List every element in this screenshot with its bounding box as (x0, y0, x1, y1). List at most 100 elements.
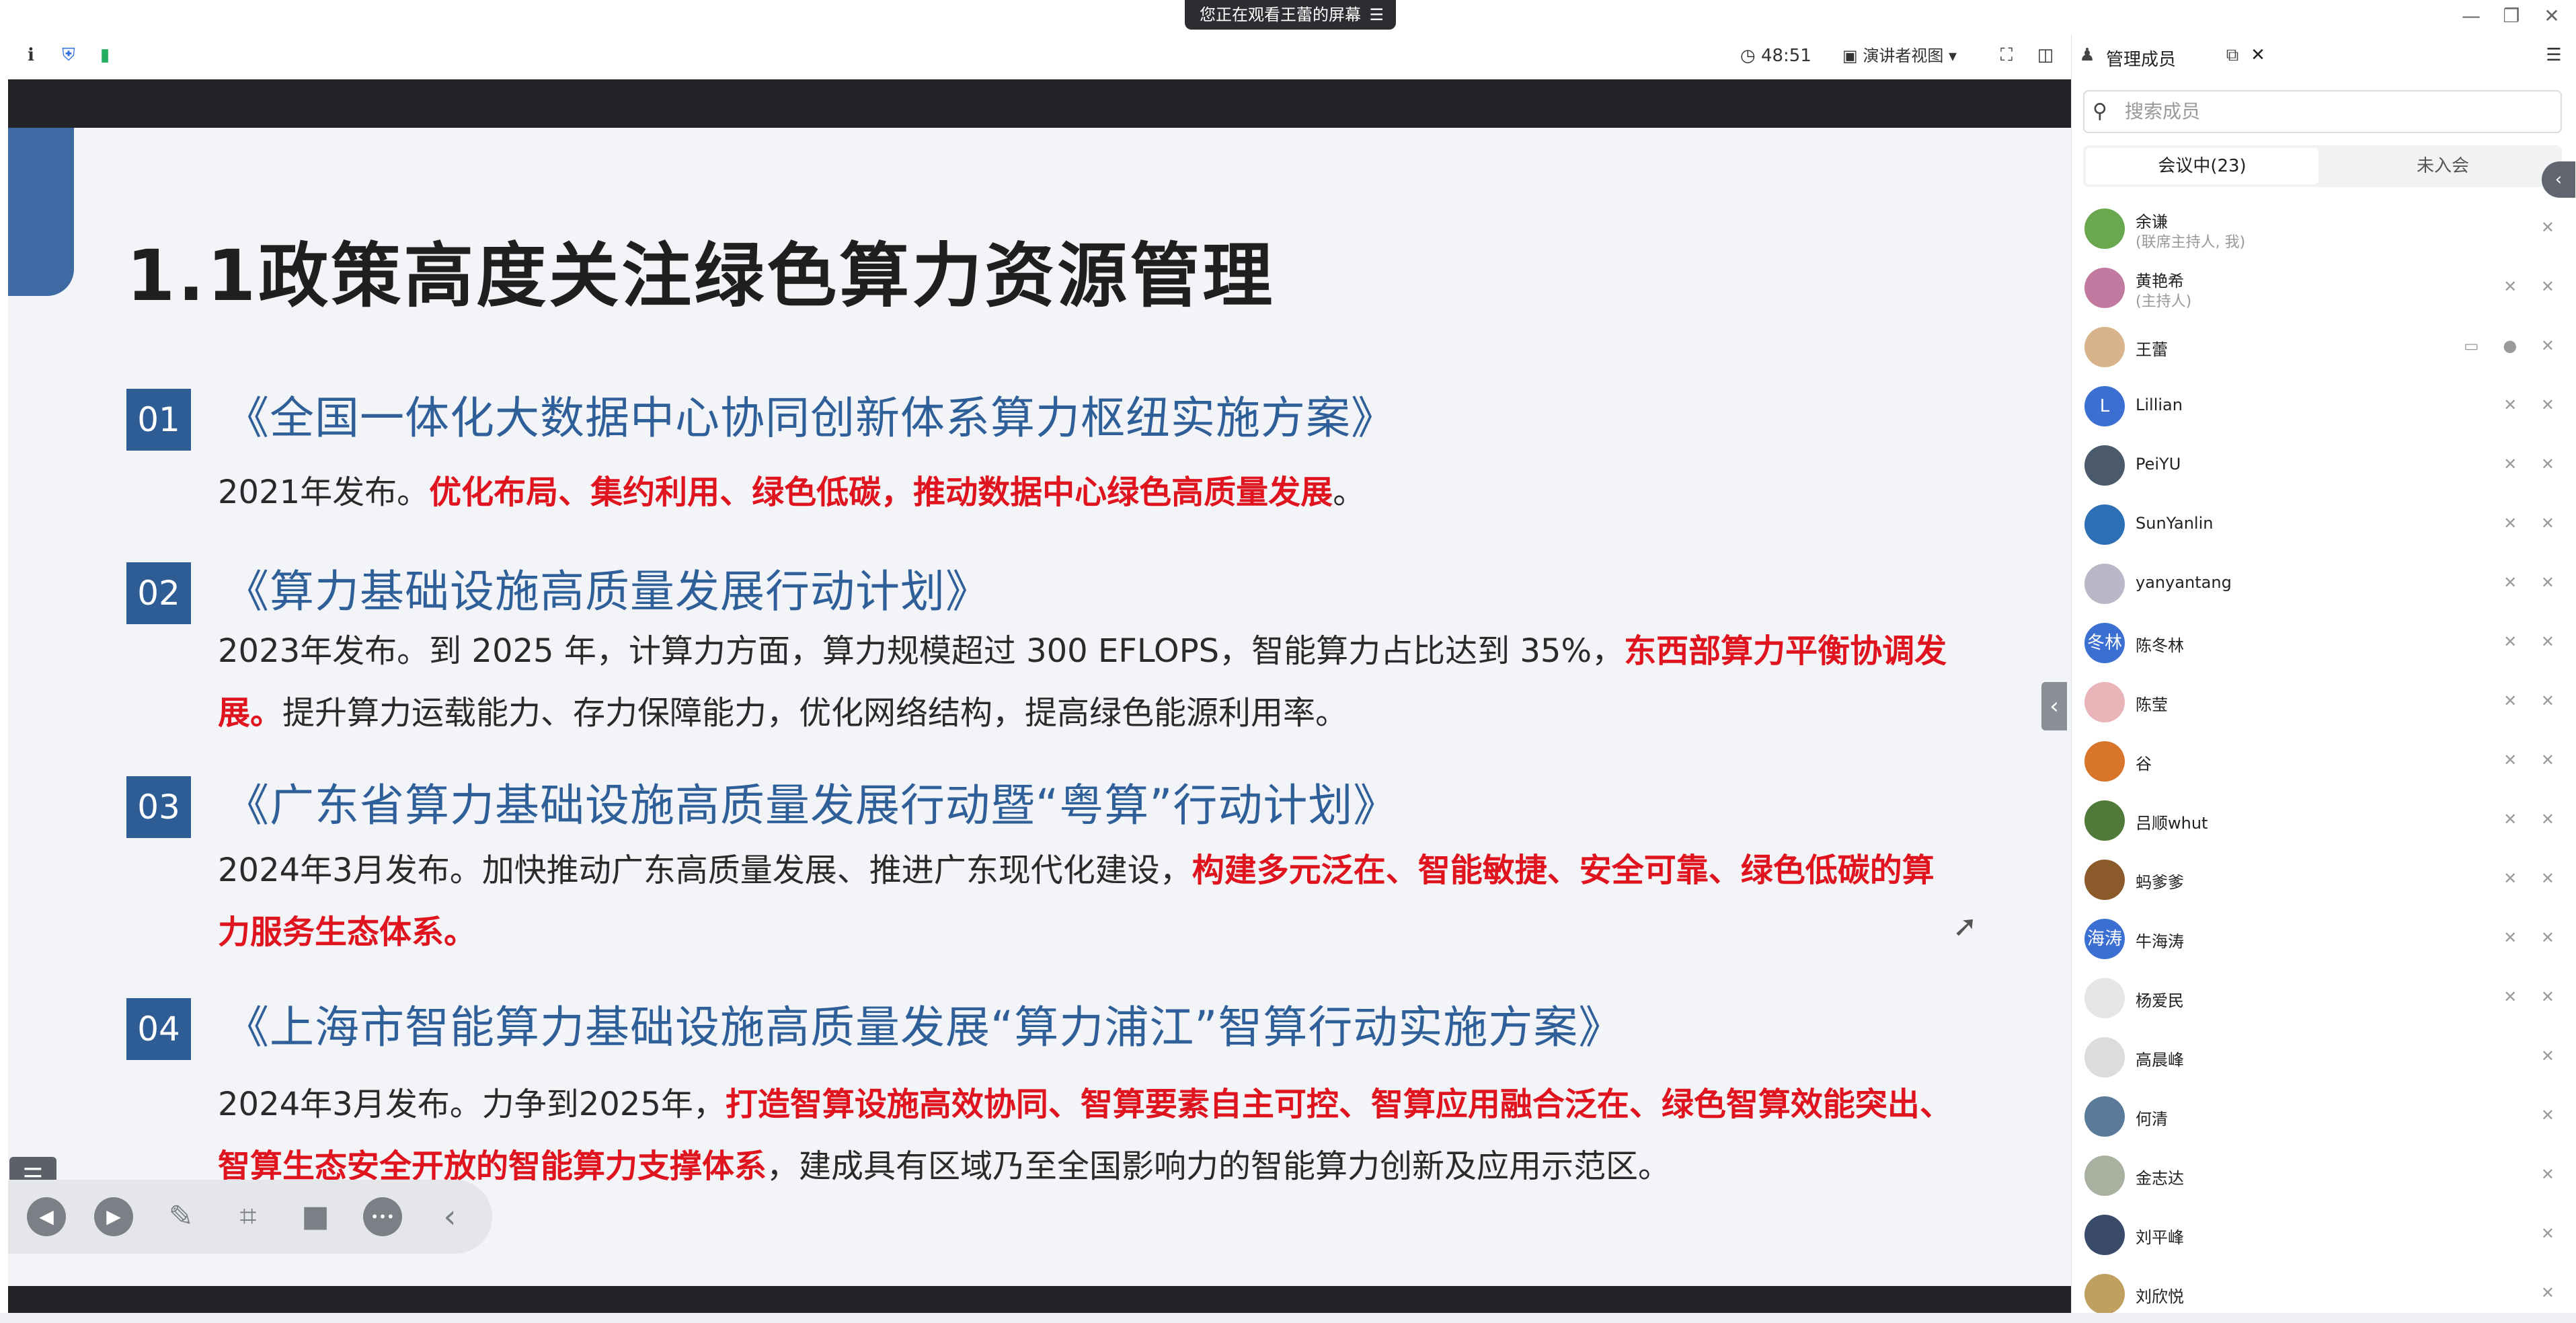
member-name: yanyantang (2136, 573, 2232, 592)
member-name: 黄艳希 (2136, 272, 2184, 291)
member-row[interactable]: 冬林 陈冬林 ✕ ✕ (2071, 613, 2576, 673)
member-name: 吕顺whut (2136, 814, 2208, 833)
member-row[interactable]: 海涛 牛海涛 ✕ ✕ (2071, 909, 2576, 969)
more-options-button[interactable]: ••• (363, 1197, 402, 1236)
member-name: PeiYU (2136, 455, 2181, 474)
item-body-text: 2023年发布。到 2025 年，计算力方面，算力规模超过 300 EFLOPS… (218, 632, 1625, 670)
restore-button[interactable]: ❐ (2495, 3, 2528, 30)
avatar (2084, 741, 2125, 782)
member-row[interactable]: 金志达 ✕ (2071, 1146, 2576, 1205)
item-number-01: 01 (126, 389, 191, 451)
search-members-input[interactable]: 搜索成员 (2083, 90, 2562, 133)
mic-camera-status-icon[interactable]: ✕ (2541, 1165, 2564, 1184)
member-row[interactable]: 何清 ✕ (2071, 1087, 2576, 1146)
play-button[interactable]: ▶ (94, 1197, 133, 1236)
screen-share-notice[interactable]: 您正在观看王蕾的屏幕 ☰ (1185, 0, 1396, 30)
mic-camera-status-icon[interactable]: ✕ (2541, 218, 2564, 237)
member-row[interactable]: 杨爱民 ✕ ✕ (2071, 969, 2576, 1028)
member-name: 杨爱民 (2136, 991, 2184, 1010)
mic-camera-status-icon[interactable]: ✕ ✕ (2503, 573, 2564, 592)
member-row[interactable]: 蚂爹爹 ✕ ✕ (2071, 850, 2576, 909)
info-icon[interactable]: ℹ (20, 44, 42, 66)
fullscreen-icon[interactable]: ⛶ (1996, 44, 2017, 66)
item-body-text: 。 (1333, 474, 1366, 511)
item-title-01: 《全国一体化大数据中心协同创新体系算力枢纽实施方案》 (225, 392, 1396, 444)
member-row[interactable]: L Lillian ✕ ✕ (2071, 377, 2576, 436)
member-row[interactable]: 王蕾 ▭ ● ✕ (2071, 317, 2576, 377)
member-name: 谷 (2136, 755, 2152, 773)
member-name: 王蕾 (2136, 340, 2168, 359)
close-window-button[interactable]: ✕ (2535, 3, 2569, 30)
mic-camera-status-icon[interactable]: ✕ ✕ (2503, 928, 2564, 947)
mic-camera-status-icon[interactable]: ✕ ✕ (2503, 632, 2564, 651)
item-title-02: 《算力基础设施高质量发展行动计划》 (225, 566, 990, 617)
mic-camera-status-icon[interactable]: ✕ ✕ (2503, 987, 2564, 1006)
search-icon: ⚲ (2093, 100, 2107, 123)
mic-camera-status-icon[interactable]: ✕ (2541, 1283, 2564, 1302)
mic-camera-status-icon[interactable]: ▭ ● ✕ (2464, 336, 2564, 355)
close-panel-icon[interactable]: ✕ (2247, 44, 2269, 66)
avatar (2084, 1215, 2125, 1255)
signal-icon[interactable]: ▮ (94, 44, 116, 66)
mic-camera-status-icon[interactable]: ✕ (2541, 1047, 2564, 1065)
avatar (2084, 1096, 2125, 1137)
layout-icon[interactable]: ◫ (2035, 44, 2056, 66)
mic-camera-status-icon[interactable]: ✕ ✕ (2503, 751, 2564, 769)
item-body-03: 2024年3月发布。加快推动广东高质量发展、推进广东现代化建设，构建多元泛在、智… (218, 839, 1966, 963)
member-row[interactable]: 谷 ✕ ✕ (2071, 732, 2576, 791)
item-number-03: 03 (126, 776, 191, 838)
panel-toggle-button[interactable]: ‹ (2542, 161, 2575, 198)
member-row[interactable]: 高晨峰 ✕ (2071, 1028, 2576, 1087)
screenshot-icon[interactable]: ⌗ (229, 1197, 268, 1236)
item-number-04: 04 (126, 998, 191, 1060)
item-body-text: 提升算力运载能力、存力保障能力，优化网络结构，提高绿色能源利用率。 (282, 694, 1348, 732)
shield-icon[interactable]: ⛨ (58, 44, 79, 66)
camera-icon[interactable]: ■ (296, 1197, 335, 1236)
member-row[interactable]: SunYanlin ✕ ✕ (2071, 495, 2576, 554)
previous-slide-button[interactable]: ◀ (27, 1197, 66, 1236)
member-row[interactable]: 余谦 (联席主持人, 我) ✕ (2071, 199, 2576, 258)
tab-in-meeting[interactable]: 会议中(23) (2086, 148, 2318, 184)
mic-camera-status-icon[interactable]: ✕ ✕ (2503, 514, 2564, 533)
pen-icon[interactable]: ✎ (161, 1197, 200, 1236)
share-menu-icon[interactable]: ☰ (1369, 0, 1384, 30)
member-row[interactable]: yanyantang ✕ ✕ (2071, 554, 2576, 613)
mic-camera-status-icon[interactable]: ✕ ✕ (2503, 395, 2564, 414)
side-collapse-button[interactable]: ‹ (2041, 682, 2067, 730)
member-row[interactable]: 陈莹 ✕ ✕ (2071, 673, 2576, 732)
avatar (2084, 860, 2125, 900)
mic-camera-status-icon[interactable]: ✕ ✕ (2503, 691, 2564, 710)
minimize-button[interactable]: — (2454, 3, 2488, 30)
title-bar: 您正在观看王蕾的屏幕 ☰ — ❐ ✕ (0, 0, 2576, 35)
mic-camera-status-icon[interactable]: ✕ ✕ (2503, 277, 2564, 296)
member-row[interactable]: 黄艳希 (主持人) ✕ ✕ (2071, 258, 2576, 317)
collapse-controls-icon[interactable]: ‹ (430, 1197, 469, 1236)
slide-corner-decoration (8, 128, 74, 296)
member-row[interactable]: 刘平峰 ✕ (2071, 1205, 2576, 1264)
member-name: 金志达 (2136, 1169, 2184, 1188)
avatar (2084, 268, 2125, 308)
member-name: Lillian (2136, 395, 2183, 414)
item-title-04: 《上海市智能算力基础设施高质量发展“算力浦江”智算行动实施方案》 (225, 1001, 1624, 1053)
member-row[interactable]: PeiYU ✕ ✕ (2071, 436, 2576, 495)
avatar (2084, 209, 2125, 249)
member-name: 何清 (2136, 1110, 2168, 1129)
view-mode-dropdown[interactable]: ▣ 演讲者视图 ▾ (1842, 44, 1957, 67)
panel-menu-icon[interactable]: ☰ (2543, 44, 2565, 66)
member-row[interactable]: 吕顺whut ✕ ✕ (2071, 791, 2576, 850)
meeting-app-window: 您正在观看王蕾的屏幕 ☰ — ❐ ✕ ℹ ⛨ ▮ ◷ 48:51 ▣ 演讲者视图… (0, 0, 2576, 1323)
tab-not-joined[interactable]: 未入会 (2327, 148, 2559, 184)
member-name: 陈冬林 (2136, 636, 2184, 655)
mouse-cursor: ➚ (1953, 909, 1978, 944)
mic-camera-status-icon[interactable]: ✕ (2541, 1224, 2564, 1243)
popout-icon[interactable]: ⧉ (2222, 44, 2243, 66)
mic-camera-status-icon[interactable]: ✕ ✕ (2503, 869, 2564, 888)
mic-camera-status-icon[interactable]: ✕ ✕ (2503, 455, 2564, 474)
item-body-text: 2024年3月发布。加快推动广东高质量发展、推进广东现代化建设， (218, 852, 1192, 889)
avatar (2084, 327, 2125, 367)
slide-top-border (8, 79, 2071, 128)
mic-camera-status-icon[interactable]: ✕ (2541, 1106, 2564, 1125)
item-number-02: 02 (126, 562, 191, 624)
mic-camera-status-icon[interactable]: ✕ ✕ (2503, 810, 2564, 829)
avatar: 海涛 (2084, 919, 2125, 959)
